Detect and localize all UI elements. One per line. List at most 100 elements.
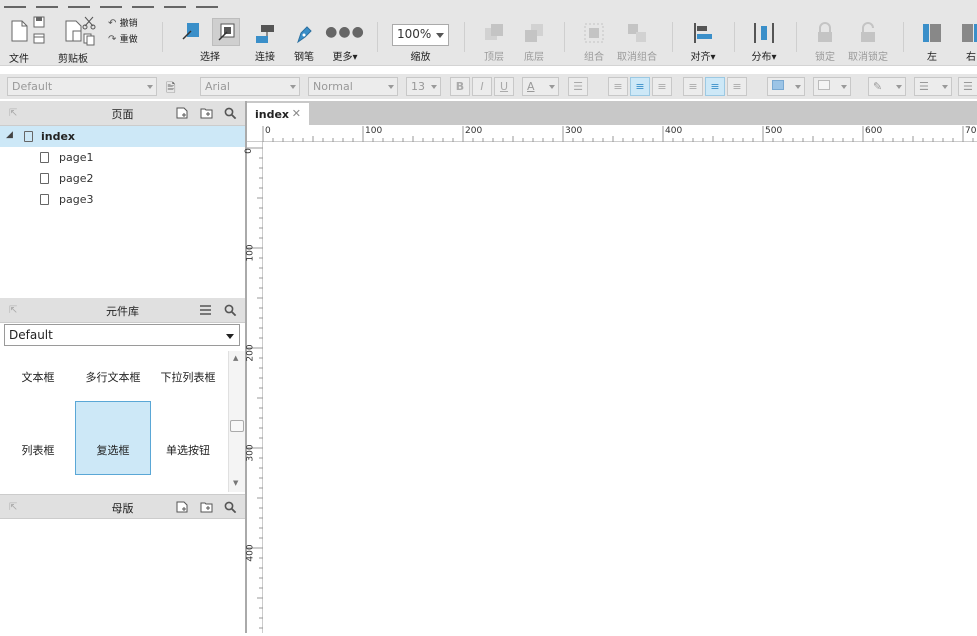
page-label: page1 bbox=[59, 151, 94, 164]
send-to-back-button[interactable]: 底层 bbox=[518, 18, 550, 70]
unlock-button[interactable]: 取消锁定 bbox=[846, 18, 890, 70]
save-icon[interactable] bbox=[32, 16, 46, 48]
text-align-center-icon: ≡ bbox=[635, 80, 645, 93]
dock-right-button[interactable]: 右 bbox=[956, 18, 977, 70]
ruler-label: 500 bbox=[765, 126, 783, 136]
ungroup-label: 取消组合 bbox=[617, 52, 657, 63]
lock-label: 锁定 bbox=[815, 52, 835, 63]
ruler-label: 0 bbox=[265, 126, 271, 136]
valign-bottom-button[interactable]: ≡ bbox=[727, 77, 747, 96]
top-label: 顶层 bbox=[484, 52, 504, 63]
distribute-button[interactable]: 分布▾ bbox=[746, 18, 782, 70]
select-button[interactable]: 选择 bbox=[178, 18, 242, 70]
zoom-select[interactable]: 100% bbox=[392, 24, 449, 46]
cut-copy-icon[interactable] bbox=[82, 16, 96, 48]
widget-dropdown[interactable]: 下拉列表框 bbox=[150, 351, 226, 424]
align-text-center-button[interactable]: ≡ bbox=[630, 77, 650, 96]
widget-label: 单选按钮 bbox=[166, 444, 210, 457]
more-button[interactable]: ●●● 更多▾ bbox=[325, 18, 364, 70]
chevron-down-icon bbox=[388, 85, 394, 89]
file-button[interactable]: 文件 bbox=[6, 18, 32, 70]
page-item-page2[interactable]: page2 bbox=[0, 168, 245, 189]
file-label: 文件 bbox=[9, 54, 29, 65]
menubar[interactable] bbox=[0, 0, 977, 8]
redo-icon: ↷ bbox=[108, 34, 117, 45]
line-style-button[interactable]: ☰ bbox=[958, 77, 977, 96]
dock-left-button[interactable]: 左 bbox=[916, 18, 948, 70]
ruler-label: 200 bbox=[465, 126, 483, 136]
search-icon[interactable] bbox=[224, 501, 237, 513]
add-master-icon[interactable] bbox=[176, 501, 189, 513]
shadow-button[interactable] bbox=[813, 77, 851, 96]
scroll-down-icon[interactable]: ▼ bbox=[233, 479, 238, 487]
page-icon bbox=[40, 194, 49, 205]
italic-button[interactable]: I bbox=[472, 77, 492, 96]
page-label: page3 bbox=[59, 193, 94, 206]
unlock-label: 取消锁定 bbox=[848, 52, 888, 63]
valign-middle-button[interactable]: ≡ bbox=[705, 77, 725, 96]
underline-button[interactable]: U bbox=[494, 77, 514, 96]
expand-triangle-icon[interactable]: ◢ bbox=[6, 130, 13, 140]
page-item-page3[interactable]: page3 bbox=[0, 189, 245, 210]
widget-listbox[interactable]: 列表框 bbox=[0, 424, 76, 497]
ungroup-button[interactable]: 取消组合 bbox=[615, 18, 659, 70]
align-button[interactable]: 对齐▾ bbox=[686, 18, 720, 70]
close-icon[interactable]: ✕ bbox=[292, 107, 301, 120]
line-color-button[interactable]: ✎ bbox=[868, 77, 906, 96]
line-width-button[interactable]: ☰ bbox=[914, 77, 952, 96]
scrollbar-thumb[interactable] bbox=[230, 420, 244, 432]
format-toolbar: Default 🖹 Arial Normal 13 B I U A ☰ ≡ ≡ … bbox=[0, 74, 977, 99]
redo-button[interactable]: ↷ 重做 bbox=[108, 32, 148, 46]
group-label: 组合 bbox=[584, 52, 604, 63]
add-folder-icon[interactable] bbox=[200, 501, 213, 513]
tab-index[interactable]: index ✕ bbox=[247, 103, 309, 126]
widget-radio[interactable]: 单选按钮 bbox=[150, 424, 226, 497]
undo-icon: ↶ bbox=[108, 18, 117, 29]
add-folder-icon[interactable] bbox=[200, 107, 213, 119]
ruler-label: 100 bbox=[365, 126, 383, 136]
select-contain-active bbox=[212, 18, 240, 46]
page-item-index[interactable]: ◢ index bbox=[0, 126, 245, 147]
add-page-icon[interactable] bbox=[176, 107, 189, 119]
group-button[interactable]: 组合 bbox=[578, 18, 610, 70]
bullet-list-button[interactable]: ☰ bbox=[568, 77, 588, 96]
search-icon[interactable] bbox=[224, 107, 237, 119]
menu-icon[interactable] bbox=[199, 304, 212, 316]
widget-scrollbar[interactable]: ▲ ▼ bbox=[228, 351, 245, 492]
style-select[interactable]: Default bbox=[7, 77, 157, 96]
ruler-label: 200 bbox=[245, 344, 256, 362]
bring-to-front-button[interactable]: 顶层 bbox=[478, 18, 510, 70]
text-color-button[interactable]: A bbox=[522, 77, 559, 96]
bold-button[interactable]: B bbox=[450, 77, 470, 96]
widget-textbox[interactable]: 文本框 bbox=[0, 351, 76, 424]
page-item-page1[interactable]: page1 bbox=[0, 147, 245, 168]
zoom-label: 缩放 bbox=[410, 52, 431, 63]
lock-button[interactable]: 锁定 bbox=[808, 18, 842, 70]
align-text-right-button[interactable]: ≡ bbox=[652, 77, 672, 96]
font-weight-select[interactable]: Normal bbox=[308, 77, 398, 96]
zoom-value: 100% bbox=[397, 27, 432, 41]
fill-color-swatch bbox=[772, 80, 784, 90]
text-align-left-icon: ≡ bbox=[613, 80, 623, 93]
design-canvas[interactable] bbox=[263, 142, 977, 633]
unlock-icon bbox=[861, 22, 875, 42]
page-label: page2 bbox=[59, 172, 94, 185]
valign-top-button[interactable]: ≡ bbox=[683, 77, 703, 96]
connect-button[interactable]: 连接 bbox=[252, 18, 278, 70]
scroll-up-icon[interactable]: ▲ bbox=[233, 354, 238, 362]
library-select-value: Default bbox=[9, 328, 53, 342]
dock-right-icon bbox=[962, 24, 977, 42]
search-icon[interactable] bbox=[224, 304, 237, 316]
chevron-down-icon bbox=[896, 85, 902, 89]
library-select[interactable]: Default bbox=[4, 324, 240, 346]
align-text-left-button[interactable]: ≡ bbox=[608, 77, 628, 96]
style-edit-icon[interactable]: 🖹 bbox=[166, 79, 176, 100]
font-select[interactable]: Arial bbox=[200, 77, 300, 96]
widget-checkbox[interactable]: 复选框 bbox=[75, 401, 151, 475]
undo-button[interactable]: ↶ 撤销 bbox=[108, 16, 148, 30]
font-size-select[interactable]: 13 bbox=[406, 77, 441, 96]
pages-panel-header: ⇱ 页面 bbox=[0, 101, 245, 126]
pen-button[interactable]: 钢笔 bbox=[290, 18, 318, 70]
ruler-label: 400 bbox=[665, 126, 683, 136]
fill-color-button[interactable] bbox=[767, 77, 805, 96]
